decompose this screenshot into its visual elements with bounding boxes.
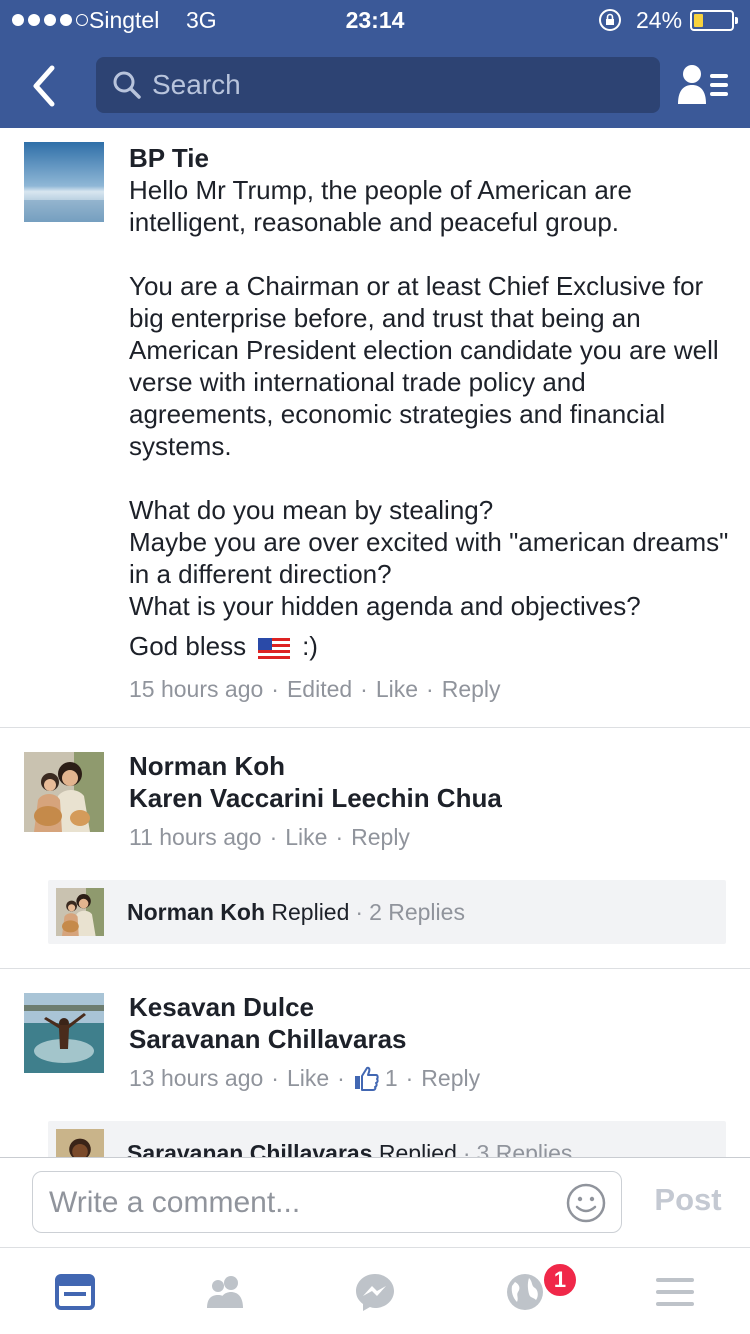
- reply-label: Replied: [271, 899, 350, 925]
- comment-author[interactable]: Norman Koh: [129, 750, 729, 782]
- comment-text: Hello Mr Trump, the people of American a…: [129, 175, 632, 237]
- flag-us-icon: [258, 635, 291, 660]
- avatar[interactable]: [24, 142, 104, 222]
- like-link[interactable]: Like: [376, 674, 418, 704]
- avatar: [56, 888, 104, 936]
- view-replies-button[interactable]: Norman Koh Replied · 2 Replies: [48, 880, 726, 944]
- back-button[interactable]: [22, 60, 66, 112]
- mentioned-user[interactable]: Saravanan Chillavaras: [129, 1023, 729, 1055]
- comment-text: You are a Chairman or at least Chief Exc…: [129, 271, 719, 461]
- tab-friends[interactable]: [203, 1270, 247, 1314]
- orientation-lock-icon: [598, 8, 622, 32]
- comment-body: Kesavan Dulce Saravanan Chillavaras 13 h…: [129, 991, 729, 1093]
- battery-icon: [690, 10, 738, 31]
- tab-news-feed[interactable]: [53, 1270, 97, 1314]
- reply-link[interactable]: Reply: [442, 674, 501, 704]
- reply-author: Norman Koh: [127, 899, 265, 925]
- comment-author[interactable]: Kesavan Dulce: [129, 991, 729, 1023]
- comment-meta: 15 hours ago · Edited · Like · Reply: [129, 674, 501, 704]
- comment-composer: Post: [0, 1157, 750, 1247]
- friends-icon: [207, 1276, 243, 1308]
- comment-time[interactable]: 13 hours ago: [129, 1063, 263, 1093]
- like-count[interactable]: 1: [385, 1063, 398, 1093]
- reply-count: 3 Replies: [476, 1140, 573, 1158]
- comment-closing: God bless :): [129, 630, 729, 662]
- comment-body: BP Tie Hello Mr Trump, the people of Ame…: [129, 142, 729, 704]
- tab-notifications[interactable]: [503, 1270, 547, 1314]
- divider: [0, 727, 750, 728]
- notification-badge: 1: [542, 1262, 578, 1298]
- comment-text: What do you mean by stealing? Maybe you …: [129, 495, 729, 621]
- avatar: [56, 1129, 104, 1158]
- search-icon: [112, 70, 142, 100]
- avatar[interactable]: [24, 752, 104, 832]
- comment-meta: 11 hours ago · Like · Reply: [129, 822, 410, 852]
- comment-text: God bless: [129, 631, 247, 661]
- mentioned-user[interactable]: Karen Vaccarini Leechin Chua: [129, 782, 729, 814]
- comment-input[interactable]: [49, 1182, 549, 1224]
- like-thumb-icon: [353, 1065, 379, 1091]
- comment-author[interactable]: BP Tie: [129, 142, 729, 174]
- chevron-left-icon: [33, 65, 55, 107]
- globe-icon: [507, 1274, 543, 1310]
- status-bar: Singtel 3G 23:14 24%: [0, 0, 750, 40]
- menu-icon: [656, 1278, 694, 1306]
- comment-body: Norman Koh Karen Vaccarini Leechin Chua …: [129, 750, 729, 852]
- comment-input-box[interactable]: [32, 1171, 622, 1233]
- emoji-icon[interactable]: [565, 1182, 607, 1224]
- comment-meta: 13 hours ago · Like · 1 · Reply: [129, 1063, 481, 1093]
- like-link[interactable]: Like: [285, 822, 327, 852]
- reply-summary: Norman Koh Replied · 2 Replies: [127, 899, 465, 925]
- reply-link[interactable]: Reply: [351, 822, 410, 852]
- tab-bar: 1: [0, 1247, 750, 1334]
- like-link[interactable]: Like: [287, 1063, 329, 1093]
- comment-time[interactable]: 11 hours ago: [129, 822, 262, 852]
- top-bar: Singtel 3G 23:14 24%: [0, 0, 750, 128]
- avatar[interactable]: [24, 993, 104, 1073]
- tab-more[interactable]: [653, 1270, 697, 1314]
- search-input[interactable]: [152, 65, 642, 105]
- view-replies-button[interactable]: Saravanan Chillavaras Replied · 3 Replies: [48, 1121, 726, 1158]
- reply-link[interactable]: Reply: [421, 1063, 480, 1093]
- edited-label[interactable]: Edited: [287, 674, 352, 704]
- post-button[interactable]: Post: [640, 1182, 736, 1218]
- comment-text: :): [302, 631, 318, 661]
- news-feed-icon: [55, 1274, 95, 1310]
- people-list-icon: [678, 65, 728, 104]
- reply-summary: Saravanan Chillavaras Replied · 3 Replies: [127, 1138, 572, 1158]
- divider: [0, 968, 750, 969]
- comments-list: BP Tie Hello Mr Trump, the people of Ame…: [0, 128, 750, 1158]
- friend-requests-button[interactable]: [676, 62, 732, 108]
- messenger-icon: [356, 1274, 394, 1311]
- reply-count: 2 Replies: [369, 899, 465, 925]
- reply-label: Replied: [378, 1140, 457, 1158]
- tab-messenger[interactable]: [353, 1270, 397, 1314]
- reply-author: Saravanan Chillavaras: [127, 1140, 373, 1158]
- search-bar[interactable]: [96, 57, 660, 113]
- battery-percent: 24%: [636, 7, 683, 33]
- comment-time[interactable]: 15 hours ago: [129, 674, 263, 704]
